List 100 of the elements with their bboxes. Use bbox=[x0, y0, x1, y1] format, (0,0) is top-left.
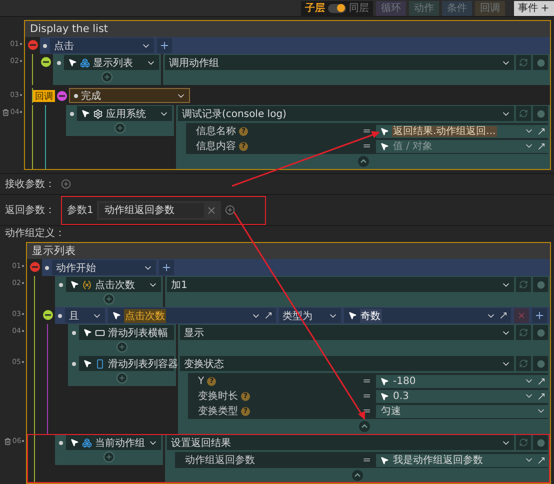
refresh-button[interactable] bbox=[516, 277, 531, 292]
close-icon bbox=[517, 311, 526, 320]
collapse-toggle[interactable] bbox=[28, 40, 38, 50]
action-dropdown[interactable]: 调用动作组 bbox=[165, 55, 514, 70]
refresh-button[interactable] bbox=[516, 55, 531, 70]
expand-icon[interactable] bbox=[537, 392, 546, 400]
collapse-toggle[interactable] bbox=[43, 310, 53, 320]
pointer-icon bbox=[70, 280, 79, 289]
value-field[interactable]: 值 / 对象 bbox=[376, 140, 548, 152]
event-button[interactable]: 事件 bbox=[514, 0, 554, 16]
collapse-button[interactable] bbox=[352, 470, 363, 481]
expand-icon[interactable] bbox=[499, 311, 508, 320]
add-circle-button[interactable] bbox=[116, 341, 128, 353]
expand-icon[interactable] bbox=[537, 142, 546, 150]
equals-sign: = bbox=[362, 140, 372, 152]
expand-icon[interactable] bbox=[537, 126, 546, 136]
clock-button[interactable] bbox=[533, 277, 548, 292]
target-dropdown[interactable]: 显示列表 bbox=[64, 55, 159, 70]
trigger-dropdown[interactable]: 点击 bbox=[50, 38, 154, 53]
refresh-button[interactable] bbox=[516, 106, 531, 121]
pointer-icon bbox=[112, 311, 121, 320]
param-label: 信息内容 bbox=[196, 140, 236, 153]
bullet-icon bbox=[45, 266, 49, 270]
param-label: 动作组返回参数 bbox=[185, 454, 255, 467]
bullet-icon bbox=[72, 330, 76, 334]
param-value-field[interactable]: 动作组返回参数 bbox=[99, 202, 204, 218]
add-button[interactable] bbox=[532, 308, 547, 323]
add-button[interactable] bbox=[159, 260, 174, 275]
add-circle-button[interactable] bbox=[103, 451, 115, 463]
clock-button[interactable] bbox=[533, 325, 548, 340]
value-field[interactable]: 我是动作组返回参数 bbox=[376, 454, 548, 466]
plus-icon bbox=[534, 310, 545, 321]
bullet-icon bbox=[70, 112, 74, 116]
refresh-button[interactable] bbox=[516, 435, 531, 450]
value-dropdown[interactable]: 匀速 bbox=[376, 404, 548, 418]
collapse-button[interactable] bbox=[358, 156, 368, 167]
pointer-icon bbox=[70, 438, 79, 447]
trash-icon[interactable] bbox=[4, 437, 12, 446]
plus-icon bbox=[159, 40, 170, 51]
refresh-button[interactable] bbox=[516, 356, 531, 371]
clock-button[interactable] bbox=[533, 435, 548, 450]
add-circle-button[interactable] bbox=[114, 122, 126, 134]
layer-toggle[interactable] bbox=[328, 4, 346, 12]
clock-button[interactable] bbox=[533, 356, 548, 371]
value-field[interactable]: 0.3 bbox=[376, 390, 548, 402]
param-name: 参数1 bbox=[67, 204, 94, 217]
switch-label: 同层 bbox=[349, 2, 369, 15]
collapse-toggle[interactable] bbox=[57, 91, 67, 101]
pointer-icon bbox=[348, 311, 356, 320]
bullet-icon bbox=[43, 44, 47, 48]
equals-sign: = bbox=[362, 376, 372, 386]
add-circle-button[interactable] bbox=[101, 71, 113, 83]
container-icon bbox=[95, 358, 105, 368]
collapse-toggle[interactable] bbox=[30, 262, 40, 272]
operator-dropdown[interactable]: 且 bbox=[65, 308, 105, 323]
banner-icon bbox=[95, 328, 105, 338]
add-circle-button[interactable] bbox=[116, 372, 128, 384]
refresh-button[interactable] bbox=[516, 325, 531, 340]
section-label: 动作组定义： bbox=[5, 226, 65, 240]
refresh-icon bbox=[519, 328, 528, 337]
add-circle-button[interactable] bbox=[103, 293, 115, 305]
action-dropdown[interactable]: 变换状态 bbox=[180, 356, 514, 371]
bullet-icon bbox=[57, 60, 61, 64]
trigger-dropdown[interactable]: 动作开始 bbox=[52, 260, 156, 275]
pointer-icon bbox=[83, 328, 92, 337]
target-dropdown[interactable]: 点击次数 bbox=[66, 277, 161, 292]
operand-dropdown[interactable]: 奇数 bbox=[344, 308, 511, 323]
refresh-icon bbox=[519, 359, 528, 368]
target-dropdown[interactable]: 当前动作组 bbox=[66, 435, 161, 450]
add-param-button[interactable] bbox=[61, 179, 71, 189]
action-dropdown[interactable]: 显示 bbox=[180, 325, 514, 340]
value-field[interactable]: -180 bbox=[376, 374, 548, 388]
bullet-icon bbox=[59, 440, 63, 444]
pointer-icon bbox=[380, 456, 389, 464]
collapse-toggle[interactable] bbox=[41, 57, 51, 67]
expand-icon[interactable] bbox=[264, 311, 272, 320]
trigger-dropdown[interactable]: 完成 bbox=[69, 88, 190, 103]
clock-button[interactable] bbox=[533, 55, 548, 70]
value-input[interactable]: 值 / 对象 bbox=[393, 140, 520, 152]
section-label: 返回参数： bbox=[5, 204, 55, 217]
action-dropdown[interactable]: 设置返回结果 bbox=[167, 435, 514, 450]
action-dropdown[interactable]: 加1 bbox=[167, 277, 514, 292]
clock-button[interactable] bbox=[533, 106, 548, 121]
refresh-icon bbox=[519, 109, 528, 118]
bullet-icon bbox=[59, 282, 63, 286]
target-dropdown[interactable]: 应用系统 bbox=[77, 106, 172, 121]
add-param-button[interactable] bbox=[225, 205, 236, 215]
add-button[interactable] bbox=[157, 38, 172, 53]
value-field[interactable]: 返回结果.动作组返回... bbox=[376, 124, 548, 138]
refresh-icon bbox=[519, 58, 528, 67]
param-label: 信息名称 bbox=[196, 124, 236, 138]
expand-icon[interactable] bbox=[537, 456, 546, 464]
target-dropdown[interactable]: 滑动列表横幅 bbox=[79, 325, 174, 340]
action-dropdown[interactable]: 调试记录(console log) bbox=[178, 106, 514, 121]
collapse-button[interactable] bbox=[358, 421, 370, 432]
trash-icon[interactable] bbox=[2, 108, 10, 117]
equals-sign: = bbox=[362, 454, 372, 466]
expand-icon[interactable] bbox=[537, 376, 546, 386]
panel-title: Display the list bbox=[25, 21, 550, 37]
operand-dropdown[interactable]: 点击次数 bbox=[108, 308, 276, 323]
